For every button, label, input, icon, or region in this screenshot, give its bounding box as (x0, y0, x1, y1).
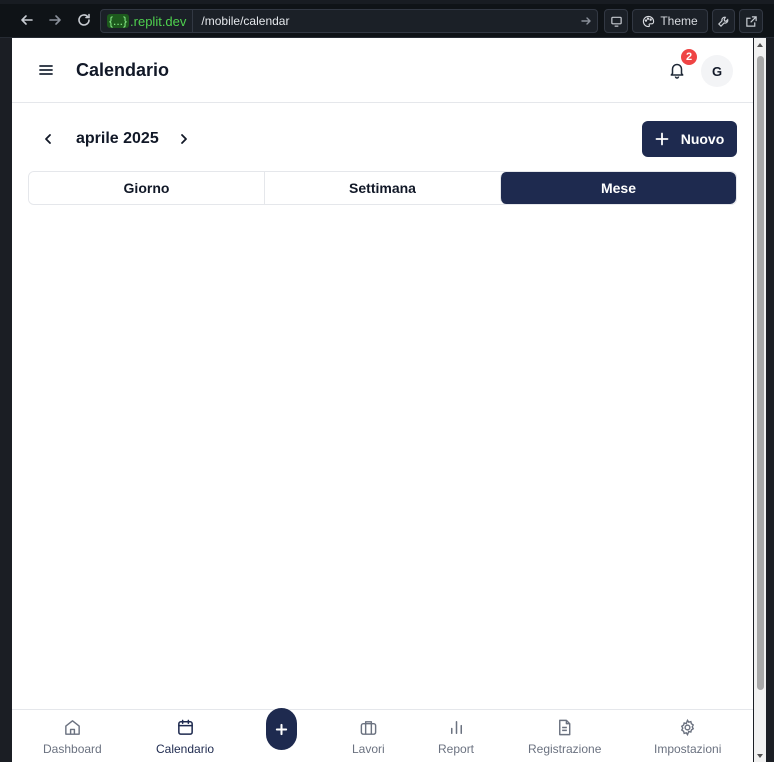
user-avatar[interactable]: G (701, 55, 733, 87)
briefcase-icon (360, 721, 377, 735)
nav-label-settings: Impostazioni (654, 742, 722, 756)
forward-arrow-icon[interactable] (46, 11, 64, 29)
notification-bell-icon[interactable]: 2 (668, 49, 697, 79)
plus-icon (275, 723, 288, 735)
replit-brace-badge: {...} (107, 14, 130, 28)
url-domain: {...} .replit.dev (101, 10, 194, 32)
scroll-down-arrow-icon[interactable] (757, 754, 763, 758)
nav-item-jobs[interactable]: Lavori (352, 718, 385, 756)
browser-toolbar: {...} .replit.dev /mobile/calendar Theme (0, 0, 774, 38)
vertical-scrollbar[interactable] (754, 38, 766, 762)
gear-icon (681, 718, 695, 737)
home-icon (64, 720, 80, 735)
hamburger-menu-icon[interactable] (38, 62, 54, 78)
new-event-label: Nuovo (680, 131, 725, 147)
scroll-up-arrow-icon[interactable] (757, 43, 763, 47)
tab-week[interactable]: Settimana (264, 172, 500, 204)
nav-label-registration: Registrazione (528, 742, 602, 756)
notification-badge: 2 (681, 49, 697, 65)
nav-label-dashboard: Dashboard (43, 742, 102, 756)
url-domain-text: .replit.dev (130, 13, 187, 29)
nav-item-dashboard[interactable]: Dashboard (43, 718, 102, 756)
previous-month-chevron-icon[interactable] (39, 130, 57, 148)
nav-label-calendar: Calendario (156, 742, 215, 756)
nav-item-settings[interactable]: Impostazioni (654, 718, 721, 756)
palette-icon (643, 15, 655, 27)
app-viewport: Calendario 2 G aprile 2025 Nuovo Giorno … (12, 38, 753, 762)
external-link-icon (745, 15, 757, 27)
calendar-icon (177, 719, 193, 735)
new-event-button[interactable]: Nuovo (642, 121, 737, 157)
page-title: Calendario (76, 60, 170, 80)
next-month-chevron-icon[interactable] (175, 130, 193, 148)
tab-strip (0, 0, 774, 4)
reload-icon[interactable] (75, 11, 93, 29)
document-icon (559, 719, 571, 736)
tab-month[interactable]: Mese (500, 172, 736, 204)
theme-button[interactable]: Theme (632, 9, 708, 33)
nav-label-report: Report (438, 742, 475, 756)
open-new-tab-button[interactable] (739, 9, 763, 33)
devtools-wrench-button[interactable] (712, 9, 735, 33)
current-month-label: aprile 2025 (76, 130, 159, 147)
nav-label-jobs: Lavori (352, 742, 385, 756)
url-path[interactable]: /mobile/calendar (193, 14, 575, 28)
bar-chart-icon (450, 721, 462, 734)
address-bar[interactable]: {...} .replit.dev /mobile/calendar (100, 9, 598, 33)
go-arrow-icon[interactable] (575, 15, 597, 27)
plus-icon (655, 132, 669, 146)
nav-item-registration[interactable]: Registrazione (528, 718, 601, 756)
scrollbar-thumb[interactable] (757, 56, 764, 690)
device-preview-button[interactable] (604, 9, 628, 33)
window-edge-right (766, 38, 774, 762)
window-edge-left (0, 38, 12, 762)
back-arrow-icon[interactable] (18, 11, 36, 29)
wrench-icon (718, 16, 729, 27)
calendar-view-tabs: Giorno Settimana Mese (28, 171, 737, 205)
quick-add-button[interactable] (266, 708, 297, 750)
app-header: Calendario 2 G (12, 38, 753, 103)
nav-item-report[interactable]: Report (438, 718, 474, 756)
tab-day[interactable]: Giorno (29, 172, 264, 204)
nav-item-calendar[interactable]: Calendario (156, 718, 214, 756)
bottom-navigation: Dashboard Calendario Lavori Report Regis… (12, 708, 753, 762)
theme-label: Theme (660, 14, 698, 28)
